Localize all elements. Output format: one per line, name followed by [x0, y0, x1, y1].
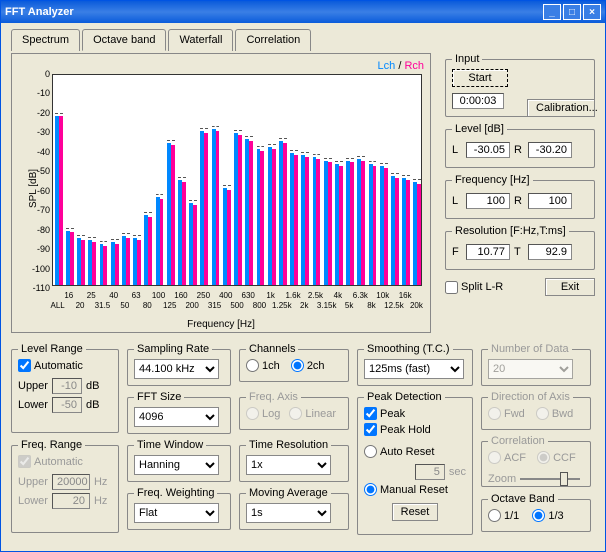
freq-r: 100 — [528, 193, 572, 209]
time-window-group: Time Window Hanning — [127, 439, 231, 482]
level-l: -30.05 — [466, 142, 510, 158]
level-r: -30.20 — [528, 142, 572, 158]
x-axis-label: Frequency [Hz] — [187, 319, 255, 330]
channels-2ch[interactable]: 2ch — [291, 359, 325, 372]
calibration-button[interactable]: Calibration... — [527, 99, 595, 117]
exit-button[interactable]: Exit — [545, 278, 595, 296]
elapsed-time: 0:00:03 — [452, 93, 504, 109]
freq-axis-log: Log — [246, 407, 280, 420]
chart-plot — [52, 74, 422, 286]
chart-legend: Lch / Rch — [378, 60, 424, 72]
frequency-hz-group: Frequency [Hz] L100 R100 — [445, 174, 595, 219]
resolution-f: 10.77 — [466, 244, 510, 260]
tab-octave-band[interactable]: Octave band — [82, 29, 166, 51]
tab-correlation[interactable]: Correlation — [235, 29, 311, 51]
minimize-button[interactable]: _ — [543, 4, 561, 20]
freq-range-group: Freq. Range Automatic Upper20000Hz Lower… — [11, 439, 119, 533]
freq-weighting-select[interactable]: Flat — [134, 503, 219, 523]
close-button[interactable]: × — [583, 4, 601, 20]
octave-1-3[interactable]: 1/3 — [532, 509, 563, 522]
peak-hold-checkbox[interactable]: Peak Hold — [364, 423, 431, 436]
time-resolution-select[interactable]: 1x — [246, 455, 331, 475]
freq-axis-linear: Linear — [289, 407, 336, 420]
number-of-data-select: 20 — [488, 359, 573, 379]
fft-size-group: FFT Size 4096 — [127, 391, 231, 434]
time-resolution-group: Time Resolution 1x — [239, 439, 349, 482]
freq-range-lower: 20 — [52, 493, 90, 509]
titlebar: FFT Analyzer _ □ × — [1, 1, 605, 23]
freq-axis-group: Freq. Axis Log Linear — [239, 391, 349, 430]
channels-group: Channels 1ch 2ch — [239, 343, 349, 382]
peak-detection-group: Peak Detection Peak Peak Hold Auto Reset… — [357, 391, 473, 535]
correlation-group: Correlation ACF CCF Zoom — [481, 435, 591, 487]
manual-reset-radio[interactable]: Manual Reset — [364, 483, 448, 496]
auto-reset-sec: 5 — [415, 464, 445, 480]
moving-average-select[interactable]: 1s — [246, 503, 331, 523]
start-button[interactable]: Start — [452, 69, 508, 87]
octave-1-1[interactable]: 1/1 — [488, 509, 519, 522]
auto-reset-radio[interactable]: Auto Reset — [364, 445, 434, 458]
app-window: FFT Analyzer _ □ × Spectrum Octave band … — [0, 0, 606, 552]
time-window-select[interactable]: Hanning — [134, 455, 219, 475]
smoothing-select[interactable]: 125ms (fast) — [364, 359, 464, 379]
peak-checkbox[interactable]: Peak — [364, 407, 405, 420]
level-range-upper: -10 — [52, 378, 82, 394]
tab-bar: Spectrum Octave band Waterfall Correlati… — [11, 29, 313, 51]
direction-bwd: Bwd — [536, 407, 573, 420]
window-title: FFT Analyzer — [5, 6, 74, 18]
channels-1ch[interactable]: 1ch — [246, 359, 280, 372]
number-of-data-group: Number of Data 20 — [481, 343, 591, 386]
tab-spectrum[interactable]: Spectrum — [11, 29, 80, 51]
freq-range-upper: 20000 — [52, 474, 90, 490]
level-range-automatic[interactable]: Automatic — [18, 359, 83, 372]
reset-button[interactable]: Reset — [392, 503, 439, 521]
resolution-group: Resolution [F:Hz,T:ms] F10.77 T92.9 — [445, 225, 595, 270]
level-db-group: Level [dB] L-30.05 R-30.20 — [445, 123, 595, 168]
moving-average-group: Moving Average 1s — [239, 487, 349, 530]
level-range-group: Level Range Automatic Upper-10dB Lower-5… — [11, 343, 119, 433]
tab-waterfall[interactable]: Waterfall — [168, 29, 233, 51]
split-lr-checkbox[interactable]: Split L-R — [445, 281, 503, 294]
correlation-ccf: CCF — [537, 451, 576, 464]
direction-of-axis-group: Direction of Axis Fwd Bwd — [481, 391, 591, 430]
maximize-button[interactable]: □ — [563, 4, 581, 20]
direction-fwd: Fwd — [488, 407, 525, 420]
chart-area: Lch / Rch SPL [dB] Frequency [Hz] 0-10-2… — [11, 53, 431, 333]
octave-band-group: Octave Band 1/1 1/3 — [481, 493, 591, 532]
sampling-rate-group: Sampling Rate 44.100 kHz — [127, 343, 231, 386]
smoothing-group: Smoothing (T.C.) 125ms (fast) — [357, 343, 473, 386]
resolution-t: 92.9 — [528, 244, 572, 260]
correlation-acf: ACF — [488, 451, 526, 464]
freq-weighting-group: Freq. Weighting Flat — [127, 487, 231, 530]
fft-size-select[interactable]: 4096 — [134, 407, 219, 427]
legend-lch: Lch — [378, 60, 396, 72]
freq-l: 100 — [466, 193, 510, 209]
sampling-rate-select[interactable]: 44.100 kHz — [134, 359, 219, 379]
legend-rch: Rch — [404, 60, 424, 72]
freq-range-automatic: Automatic — [18, 455, 83, 468]
level-range-lower: -50 — [52, 397, 82, 413]
zoom-slider — [520, 470, 580, 488]
